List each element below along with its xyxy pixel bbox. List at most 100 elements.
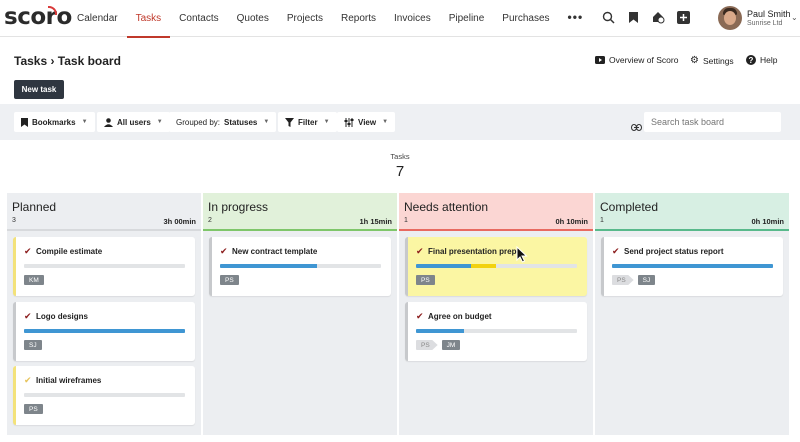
grouped-by-prefix: Grouped by: [176, 117, 221, 127]
task-title[interactable]: Final presentation prep [428, 247, 516, 256]
assignee-tag[interactable]: SJ [24, 340, 42, 350]
bookmark-icon [21, 117, 28, 127]
bookmarks-dropdown[interactable]: Bookmarks ▼ [14, 112, 95, 132]
avatar[interactable] [718, 6, 742, 30]
column-header[interactable]: Planned 3 3h 00min [7, 193, 201, 231]
task-title[interactable]: Send project status report [624, 247, 724, 256]
view-label: View [358, 117, 377, 127]
task-card[interactable]: ✔ New contract template PS [209, 237, 391, 296]
task-title[interactable]: Logo designs [36, 312, 88, 321]
user-name[interactable]: Paul Smith [747, 9, 791, 19]
main-menu: Calendar Tasks Contacts Quotes Projects Repor… [68, 0, 593, 38]
help-link[interactable]: ? Help [746, 55, 777, 65]
settings-link[interactable]: ⚙ Settings [690, 55, 734, 66]
column-header[interactable]: Needs attention 1 0h 10min [399, 193, 593, 231]
checkmark-icon[interactable]: ✔ [220, 246, 228, 257]
task-board-toolbar: Bookmarks ▼ All users ▼ Grouped by: Stat… [0, 104, 800, 140]
nav-item-purchases[interactable]: Purchases [493, 0, 558, 37]
search-icon[interactable] [600, 9, 616, 25]
checkmark-icon[interactable]: ✔ [24, 246, 32, 257]
checkmark-icon[interactable]: ✔ [612, 246, 620, 257]
task-progress-bar [416, 264, 577, 268]
checkmark-icon[interactable]: ✔ [416, 246, 424, 257]
task-board: Planned 3 3h 00min ✔ Compile estimate KM ✔ Logo… [7, 193, 789, 435]
task-title[interactable]: Agree on budget [428, 312, 492, 321]
nav-item-calendar[interactable]: Calendar [68, 0, 127, 37]
task-card[interactable]: ✔ Agree on budget PS JM [405, 302, 587, 361]
assignee-tag[interactable]: PS [220, 275, 239, 285]
overview-link[interactable]: Overview of Scoro [595, 55, 678, 65]
top-navigation: scoro Calendar Tasks Contacts Quotes Project… [0, 0, 800, 38]
svg-text:?: ? [749, 56, 754, 65]
caret-down-icon: ▼ [263, 119, 270, 125]
top-actions [600, 9, 691, 25]
search-task-board-input[interactable] [644, 112, 781, 132]
column-task-count: 3 [12, 217, 16, 224]
column-title: In progress [208, 200, 269, 214]
task-assignees: KM [24, 275, 44, 285]
assignee-tag[interactable]: PS [24, 404, 43, 414]
assignee-tag[interactable]: JM [441, 340, 461, 350]
column-task-count: 2 [208, 217, 212, 224]
task-progress-bar [24, 264, 185, 268]
settings-link-label: Settings [702, 55, 734, 66]
assignee-tag[interactable]: SJ [637, 275, 656, 285]
task-card[interactable]: ✔ Compile estimate KM [13, 237, 195, 296]
grouped-by-dropdown[interactable]: Grouped by: Statuses ▼ [169, 112, 277, 132]
new-task-button[interactable]: New task [14, 80, 64, 99]
nav-item-reports[interactable]: Reports [332, 0, 385, 37]
scoro-logo[interactable]: scoro [4, 4, 72, 30]
filter-dropdown[interactable]: Filter ▼ [278, 112, 337, 132]
task-assignees: PS [220, 275, 239, 285]
mouse-cursor-icon [516, 245, 528, 268]
bookmarks-label: Bookmarks [32, 117, 76, 127]
assignee-tag[interactable]: PS [416, 275, 435, 285]
notifications-icon[interactable] [650, 9, 666, 25]
progress-fill [220, 264, 317, 268]
task-assignees: PS [416, 275, 435, 285]
column-title: Completed [600, 200, 659, 214]
nav-item-tasks[interactable]: Tasks [126, 0, 171, 38]
checkmark-icon[interactable]: ✔ [24, 311, 32, 322]
page-header: Tasks › Task board Overview of Scoro ⚙ S… [0, 38, 800, 104]
checkmark-icon[interactable]: ✔ [24, 375, 32, 386]
task-card[interactable]: ✔ Final presentation prep PS [405, 237, 587, 296]
assignee-tag[interactable]: PS [416, 340, 438, 350]
task-card[interactable]: ✔ Send project status report PS SJ [601, 237, 783, 296]
nav-item-pipeline[interactable]: Pipeline [440, 0, 494, 37]
more-menu-icon[interactable]: ••• [559, 0, 593, 37]
task-title[interactable]: New contract template [232, 247, 317, 256]
chevron-down-icon[interactable]: ⌄ [791, 13, 798, 22]
task-title[interactable]: Initial wireframes [36, 376, 101, 385]
view-dropdown[interactable]: View ▼ [337, 112, 396, 132]
progress-fill [24, 329, 185, 333]
task-progress-bar [220, 264, 381, 268]
column-needs-attention: Needs attention 1 0h 10min ✔ Final presentat… [399, 193, 593, 435]
assignee-tag[interactable]: PS [612, 275, 634, 285]
task-assignees: PS SJ [612, 275, 656, 285]
column-total-time: 0h 10min [751, 217, 784, 226]
task-assignees: PS [24, 404, 43, 414]
task-card[interactable]: ✔ Initial wireframes PS [13, 366, 195, 425]
column-total-time: 3h 00min [163, 217, 196, 226]
column-header[interactable]: In progress 2 1h 15min [203, 193, 397, 231]
user-icon [104, 117, 113, 127]
breadcrumb: Tasks › Task board [14, 54, 121, 68]
nav-item-projects[interactable]: Projects [278, 0, 332, 37]
link-icon[interactable] [631, 118, 642, 136]
checkmark-icon[interactable]: ✔ [416, 311, 424, 322]
users-dropdown[interactable]: All users ▼ [97, 112, 170, 132]
task-progress-bar [24, 329, 185, 333]
caret-down-icon: ▼ [156, 119, 163, 125]
add-icon[interactable] [675, 9, 691, 25]
task-card[interactable]: ✔ Logo designs SJ [13, 302, 195, 361]
nav-item-invoices[interactable]: Invoices [385, 0, 440, 37]
nav-item-contacts[interactable]: Contacts [170, 0, 227, 37]
assignee-tag[interactable]: KM [24, 275, 44, 285]
user-company: Sunrise Ltd [747, 20, 783, 27]
nav-item-quotes[interactable]: Quotes [228, 0, 278, 37]
task-title[interactable]: Compile estimate [36, 247, 102, 256]
bookmark-icon[interactable] [625, 9, 641, 25]
column-header[interactable]: Completed 1 0h 10min [595, 193, 789, 231]
caret-down-icon: ▼ [323, 119, 330, 125]
